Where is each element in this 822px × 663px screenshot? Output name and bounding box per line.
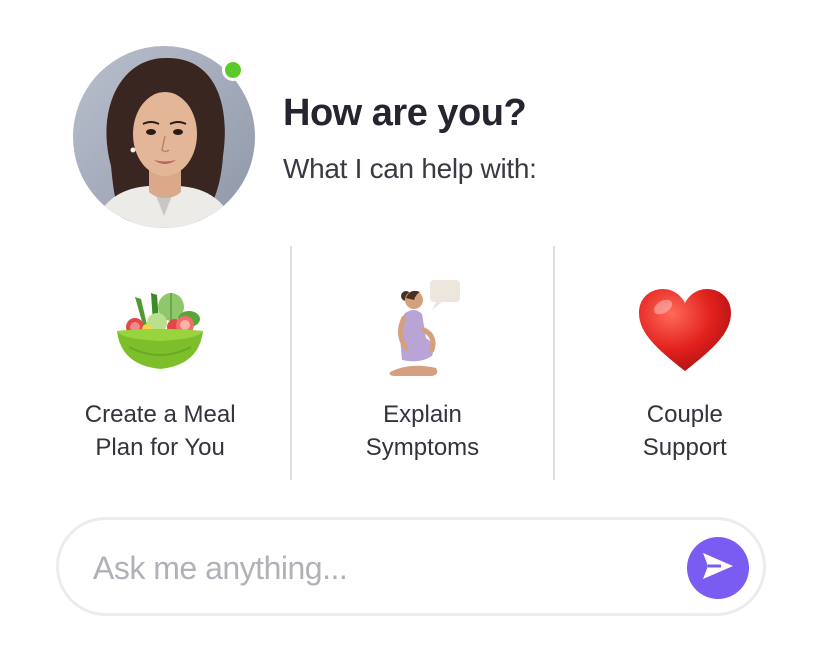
page-subtitle: What I can help with:	[283, 153, 537, 184]
page-title: How are you?	[283, 92, 527, 134]
card-label: Couple Support	[642, 401, 727, 461]
online-status-indicator	[222, 59, 244, 81]
card-couple-support[interactable]: Couple Support	[555, 246, 815, 480]
send-icon	[701, 551, 735, 586]
avatar	[73, 46, 255, 228]
card-meal-plan[interactable]: Create a Meal Plan for You	[30, 246, 290, 480]
salad-bowl-icon	[113, 278, 207, 382]
suggestion-cards: Create a Meal Plan for You Explain Sympt…	[30, 246, 815, 480]
chat-input[interactable]	[93, 542, 673, 594]
send-button[interactable]	[687, 537, 749, 599]
card-label: Create a Meal Plan for You	[84, 401, 236, 461]
card-label: Explain Symptoms	[365, 401, 480, 461]
chat-input-bar	[56, 517, 766, 616]
heart-icon	[637, 278, 733, 382]
card-explain-symptoms[interactable]: Explain Symptoms	[292, 246, 552, 480]
pregnant-woman-icon	[380, 278, 464, 382]
